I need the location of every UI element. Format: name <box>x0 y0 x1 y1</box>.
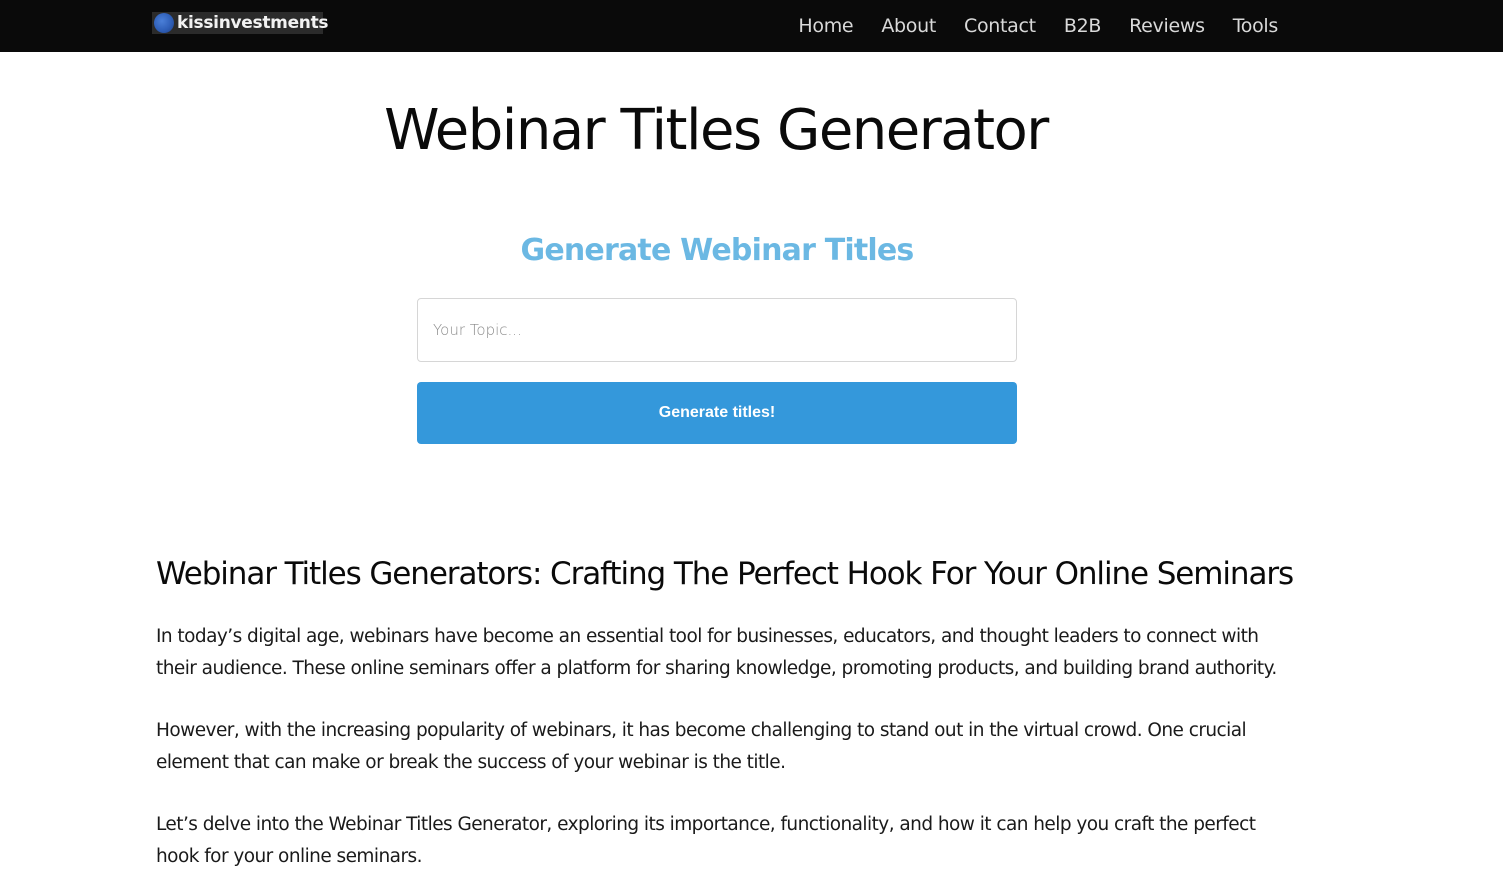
nav-about[interactable]: About <box>881 15 936 37</box>
generate-titles-button[interactable]: Generate titles! <box>417 382 1017 444</box>
article-paragraph: In today’s digital age, webinars have be… <box>156 626 1277 679</box>
logo-text: kissinvestments <box>177 13 329 33</box>
main-nav: Home About Contact B2B Reviews Tools <box>770 0 1278 52</box>
topic-input[interactable] <box>417 298 1017 362</box>
title-generator-tool: Generate Webinar Titles Generate titles! <box>417 228 1017 444</box>
article: Webinar Titles Generators: Crafting The … <box>156 552 1296 873</box>
site-header: kissinvestments Home About Contact B2B R… <box>0 0 1503 52</box>
site-logo[interactable]: kissinvestments <box>152 12 329 34</box>
nav-reviews[interactable]: Reviews <box>1129 15 1205 37</box>
globe-icon <box>154 13 174 33</box>
nav-contact[interactable]: Contact <box>964 15 1036 37</box>
nav-home[interactable]: Home <box>798 15 853 37</box>
nav-tools[interactable]: Tools <box>1233 15 1279 37</box>
article-heading: Webinar Titles Generators: Crafting The … <box>156 556 1294 592</box>
article-paragraph: However, with the increasing popularity … <box>156 720 1247 773</box>
nav-b2b[interactable]: B2B <box>1064 15 1102 37</box>
article-paragraph: Let’s delve into the Webinar Titles Gene… <box>156 814 1256 867</box>
page-title: Webinar Titles Generator <box>384 98 1049 163</box>
tool-heading: Generate Webinar Titles <box>520 233 915 268</box>
